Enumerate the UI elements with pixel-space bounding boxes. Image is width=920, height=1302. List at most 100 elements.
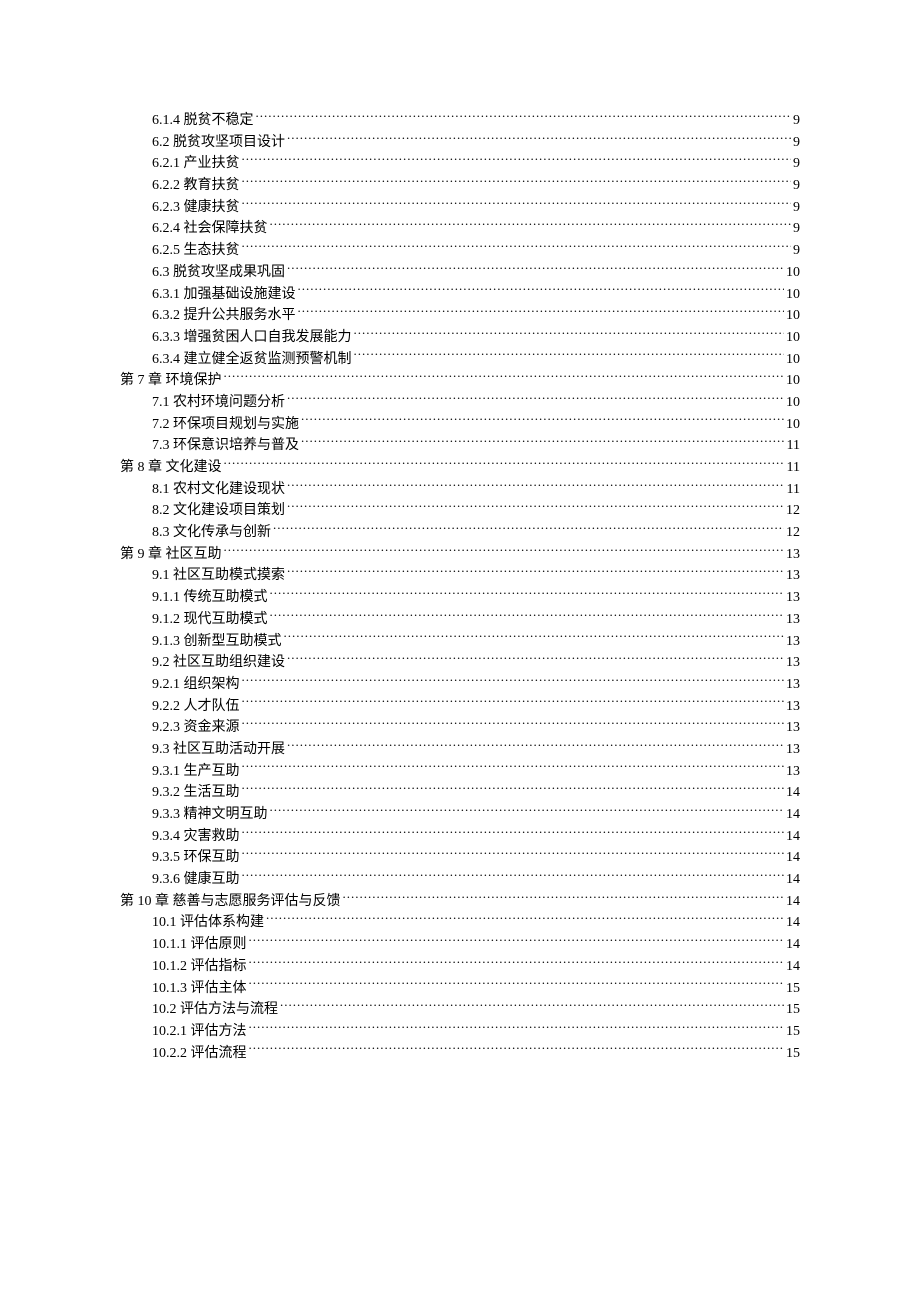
toc-entry-title: 6.1.4 脱贫不稳定 <box>152 110 254 132</box>
toc-entry-title: 6.3.2 提升公共服务水平 <box>152 305 296 327</box>
toc-entry[interactable]: 9.3.4 灾害救助 14 <box>120 826 800 848</box>
toc-entry-page: 10 <box>786 392 800 414</box>
toc-leader-dots <box>224 457 785 471</box>
toc-entry[interactable]: 7.3 环保意识培养与普及11 <box>120 435 800 457</box>
toc-entry[interactable]: 9.1 社区互助模式摸索13 <box>120 565 800 587</box>
toc-leader-dots <box>284 631 785 645</box>
toc-entry[interactable]: 9.3.6 健康互助 14 <box>120 869 800 891</box>
toc-entry-page: 11 <box>787 479 800 501</box>
toc-entry[interactable]: 6.2.2 教育扶贫9 <box>120 175 800 197</box>
toc-entry[interactable]: 第 10 章 慈善与志愿服务评估与反馈14 <box>120 891 800 913</box>
toc-entry[interactable]: 6.2.3 健康扶贫9 <box>120 197 800 219</box>
toc-entry[interactable]: 9.3.5 环保互助 14 <box>120 847 800 869</box>
toc-leader-dots <box>249 956 785 970</box>
toc-entry-page: 10 <box>786 370 800 392</box>
toc-entry-title: 6.2.1 产业扶贫 <box>152 153 240 175</box>
toc-entry-title: 10.1 评估体系构建 <box>152 912 264 934</box>
toc-entry-title: 6.3.4 建立健全返贫监测预警机制 <box>152 349 352 371</box>
toc-entry-title: 第 8 章 文化建设 <box>120 457 222 479</box>
toc-entry-title: 10.2 评估方法与流程 <box>152 999 278 1021</box>
toc-leader-dots <box>298 284 785 298</box>
toc-entry-title: 9.1 社区互助模式摸索 <box>152 565 285 587</box>
toc-leader-dots <box>249 1021 785 1035</box>
toc-entry-page: 13 <box>786 609 800 631</box>
toc-entry-title: 9.1.2 现代互助模式 <box>152 609 268 631</box>
toc-entry[interactable]: 6.2.5 生态扶贫9 <box>120 240 800 262</box>
toc-entry[interactable]: 6.3.3 增强贫困人口自我发展能力10 <box>120 327 800 349</box>
toc-entry-title: 9.3.4 灾害救助 <box>152 826 240 848</box>
toc-entry-title: 9.3 社区互助活动开展 <box>152 739 285 761</box>
toc-entry-title: 6.2 脱贫攻坚项目设计 <box>152 132 285 154</box>
toc-entry-page: 14 <box>786 934 800 956</box>
toc-entry-page: 9 <box>793 153 800 175</box>
toc-leader-dots <box>298 305 785 319</box>
toc-entry-title: 8.2 文化建设项目策划 <box>152 500 285 522</box>
toc-leader-dots <box>242 240 792 254</box>
toc-entry[interactable]: 10.2 评估方法与流程15 <box>120 999 800 1021</box>
toc-entry[interactable]: 第 7 章 环境保护 10 <box>120 370 800 392</box>
toc-entry[interactable]: 10.1 评估体系构建14 <box>120 912 800 934</box>
toc-entry[interactable]: 10.2.2 评估流程15 <box>120 1043 800 1065</box>
toc-entry[interactable]: 7.2 环保项目规划与实施10 <box>120 414 800 436</box>
toc-entry-page: 13 <box>786 739 800 761</box>
toc-entry[interactable]: 9.1.2 现代互助模式 13 <box>120 609 800 631</box>
toc-entry-title: 第 7 章 环境保护 <box>120 370 222 392</box>
toc-entry-page: 14 <box>786 782 800 804</box>
toc-entry[interactable]: 第 9 章 社区互助 13 <box>120 544 800 566</box>
toc-entry[interactable]: 9.3 社区互助活动开展 13 <box>120 739 800 761</box>
toc-entry[interactable]: 6.2.1 产业扶贫 9 <box>120 153 800 175</box>
toc-leader-dots <box>343 891 785 905</box>
toc-entry-title: 9.3.3 精神文明互助 <box>152 804 268 826</box>
toc-entry[interactable]: 10.2.1 评估方法15 <box>120 1021 800 1043</box>
toc-leader-dots <box>273 522 784 536</box>
toc-leader-dots <box>249 1043 785 1057</box>
toc-entry-title: 6.2.3 健康扶贫 <box>152 197 240 219</box>
toc-entry[interactable]: 9.1.1 传统互助模式13 <box>120 587 800 609</box>
toc-leader-dots <box>354 327 785 341</box>
toc-entry[interactable]: 9.1.3 创新型互助模式13 <box>120 631 800 653</box>
toc-entry-page: 13 <box>786 652 800 674</box>
toc-entry[interactable]: 6.3.2 提升公共服务水平 10 <box>120 305 800 327</box>
toc-entry-title: 9.3.1 生产互助 <box>152 761 240 783</box>
toc-entry[interactable]: 6.2 脱贫攻坚项目设计9 <box>120 132 800 154</box>
toc-entry-page: 13 <box>786 761 800 783</box>
toc-entry-title: 9.3.2 生活互助 <box>152 782 240 804</box>
toc-entry[interactable]: 10.1.3 评估主体15 <box>120 978 800 1000</box>
toc-entry[interactable]: 6.2.4 社会保障扶贫9 <box>120 218 800 240</box>
toc-entry-page: 15 <box>786 1021 800 1043</box>
toc-entry[interactable]: 6.3.4 建立健全返贫监测预警机制10 <box>120 349 800 371</box>
toc-entry[interactable]: 9.2.1 组织架构13 <box>120 674 800 696</box>
toc-entry[interactable]: 6.3.1 加强基础设施建设10 <box>120 284 800 306</box>
toc-leader-dots <box>287 739 784 753</box>
toc-entry[interactable]: 10.1.2 评估指标14 <box>120 956 800 978</box>
toc-entry[interactable]: 9.2.3 资金来源 13 <box>120 717 800 739</box>
toc-entry-page: 10 <box>786 305 800 327</box>
toc-leader-dots <box>242 197 792 211</box>
toc-entry[interactable]: 10.1.1 评估原则14 <box>120 934 800 956</box>
toc-entry[interactable]: 9.3.3 精神文明互助14 <box>120 804 800 826</box>
toc-leader-dots <box>287 500 784 514</box>
toc-entry-title: 9.2.3 资金来源 <box>152 717 240 739</box>
toc-leader-dots <box>270 587 785 601</box>
toc-entry[interactable]: 8.1 农村文化建设现状11 <box>120 479 800 501</box>
toc-entry-page: 9 <box>793 175 800 197</box>
toc-entry-title: 9.1.3 创新型互助模式 <box>152 631 282 653</box>
toc-entry-page: 15 <box>786 1043 800 1065</box>
toc-entry-page: 15 <box>786 978 800 1000</box>
toc-entry[interactable]: 9.3.2 生活互助 14 <box>120 782 800 804</box>
toc-entry[interactable]: 8.2 文化建设项目策划12 <box>120 500 800 522</box>
toc-entry-title: 9.1.1 传统互助模式 <box>152 587 268 609</box>
toc-entry[interactable]: 8.3 文化传承与创新12 <box>120 522 800 544</box>
toc-entry[interactable]: 6.3 脱贫攻坚成果巩固10 <box>120 262 800 284</box>
toc-entry[interactable]: 9.2 社区互助组织建设13 <box>120 652 800 674</box>
toc-entry-title: 7.3 环保意识培养与普及 <box>152 435 299 457</box>
toc-entry-page: 12 <box>786 522 800 544</box>
toc-entry[interactable]: 7.1 农村环境问题分析10 <box>120 392 800 414</box>
toc-entry[interactable]: 6.1.4 脱贫不稳定9 <box>120 110 800 132</box>
toc-entry[interactable]: 9.3.1 生产互助 13 <box>120 761 800 783</box>
toc-entry[interactable]: 第 8 章 文化建设 11 <box>120 457 800 479</box>
toc-entry[interactable]: 9.2.2 人才队伍 13 <box>120 696 800 718</box>
toc-entry-title: 6.3.3 增强贫困人口自我发展能力 <box>152 327 352 349</box>
toc-leader-dots <box>266 912 784 926</box>
toc-leader-dots <box>287 565 784 579</box>
